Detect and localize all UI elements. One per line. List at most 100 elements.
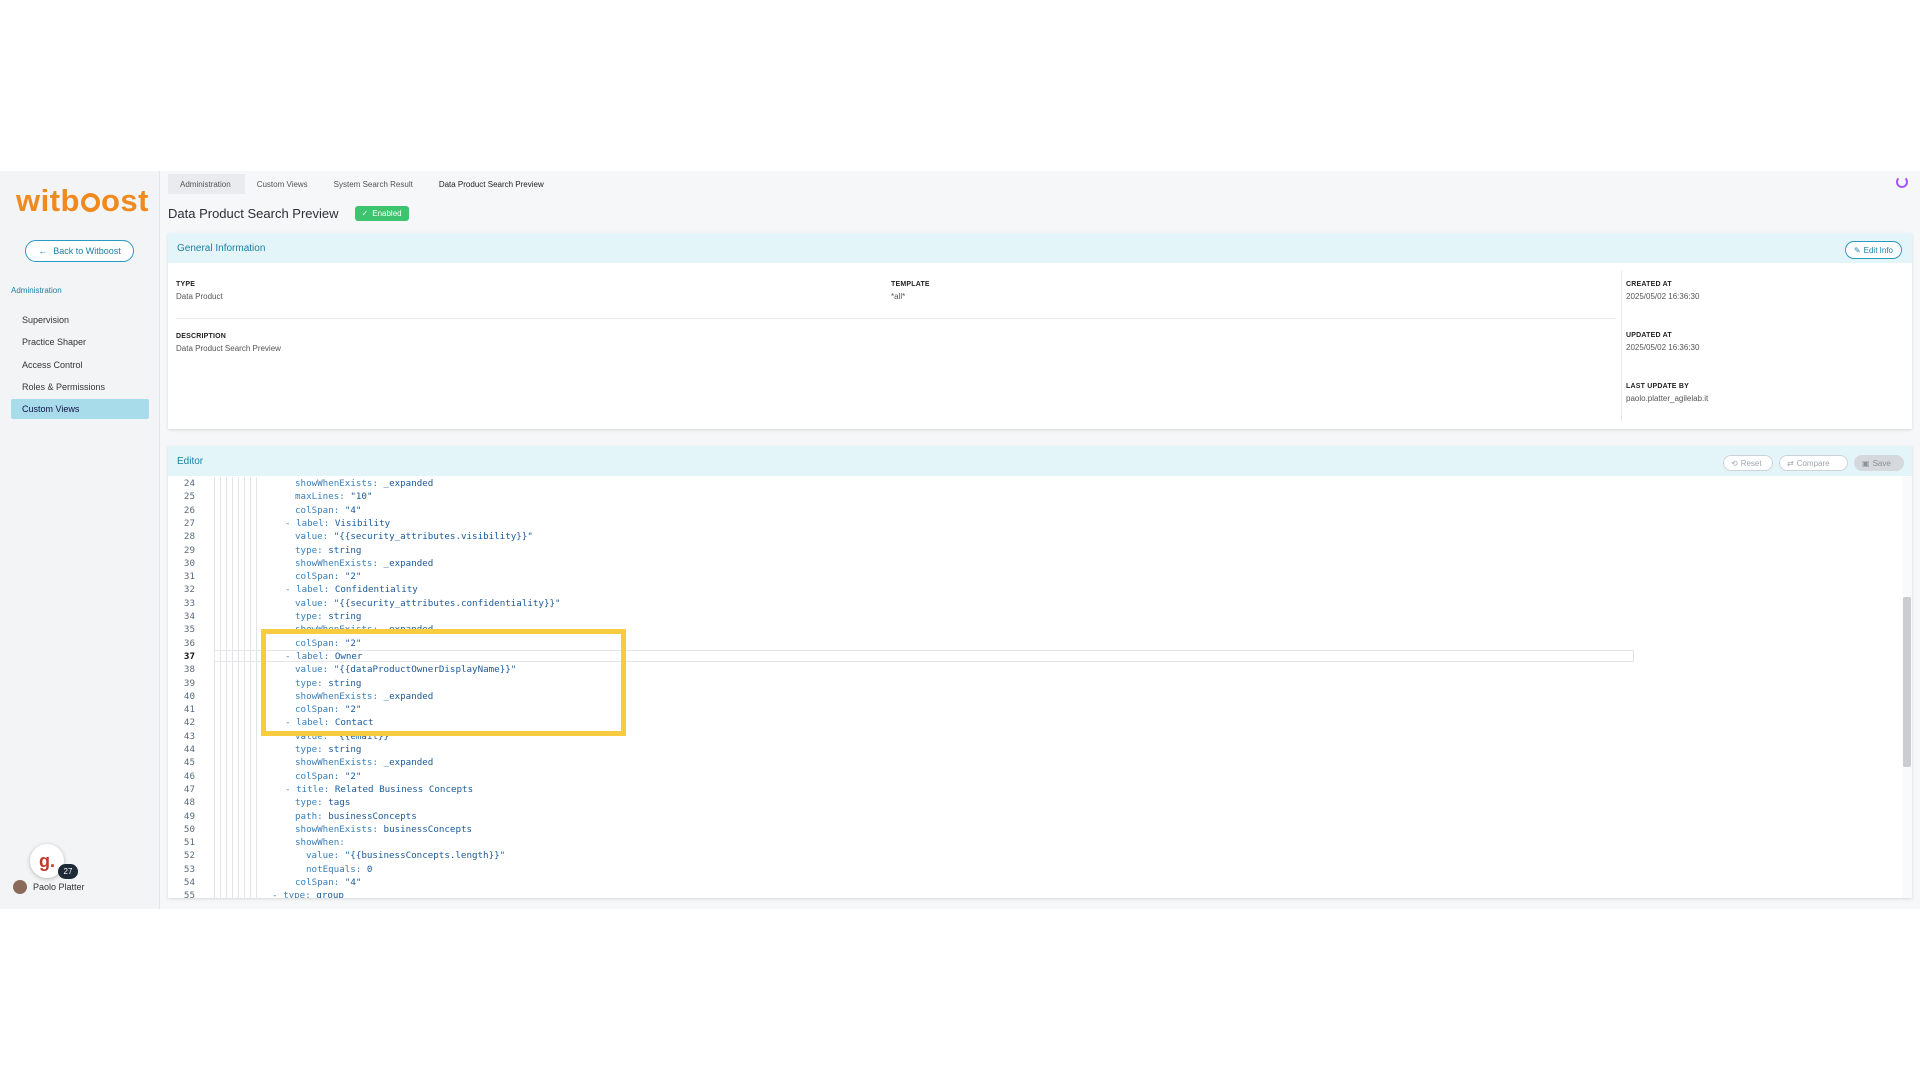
code-line[interactable]: 32 - label: Confidentiality [168, 583, 1868, 596]
breadcrumb-system-search-result[interactable]: System Search Result [322, 174, 427, 194]
check-icon: ✓ [361, 209, 369, 218]
list-dash: - [285, 783, 297, 795]
save-button[interactable]: ▣ Save [1854, 455, 1904, 471]
yaml-colon: : [333, 770, 345, 782]
back-to-witboost-button[interactable]: ← Back to Witboost [25, 240, 134, 262]
line-number: 41 [183, 704, 195, 716]
sidebar-section-administration[interactable]: Administration [11, 286, 62, 295]
yaml-key: label [296, 517, 324, 529]
compare-icon: ⇄ [1787, 458, 1794, 468]
refresh-icon[interactable] [1896, 176, 1908, 188]
line-number: 44 [183, 744, 195, 755]
breadcrumb-current: Data Product Search Preview [438, 179, 544, 189]
reset-icon: ⟲ [1731, 458, 1738, 468]
yaml-colon: : [323, 584, 335, 596]
code-line[interactable]: 31 colSpan: "2" [168, 570, 1868, 583]
code-line[interactable]: 51 showWhen: [168, 836, 1868, 849]
yaml-key: colSpan [295, 504, 334, 516]
yaml-value: businessConcepts [328, 810, 417, 822]
editor-scrollbar[interactable] [1902, 477, 1912, 898]
line-number: 35 [183, 624, 195, 636]
editor-scrollbar-thumb[interactable] [1903, 597, 1911, 767]
yaml-colon: : [333, 850, 345, 862]
last-update-by-value: paolo.platter_agilelab.it [1626, 394, 1709, 403]
info-divider [176, 318, 1616, 319]
reset-label: Reset [1740, 458, 1762, 468]
line-number: 49 [183, 810, 195, 822]
status-badge: ✓ Enabled [354, 206, 409, 221]
yaml-colon: : [339, 837, 351, 849]
yaml-key: title [296, 783, 324, 795]
sidebar-item-supervision[interactable]: Supervision [11, 310, 149, 330]
code-line[interactable]: 27 - label: Visibility [168, 517, 1868, 530]
code-line[interactable]: 34 type: string [168, 610, 1868, 623]
sidebar-item-access-control[interactable]: Access Control [11, 355, 149, 375]
code-line[interactable]: 47 - title: Related Business Concepts [168, 783, 1868, 796]
code-text: showWhenExists: _expanded [295, 477, 433, 490]
reset-button[interactable]: ⟲ Reset [1723, 455, 1773, 471]
code-line[interactable]: 26 colSpan: "4" [168, 504, 1868, 517]
general-information-title: General Information [177, 242, 266, 254]
edit-info-button[interactable]: ✎ Edit Info [1844, 241, 1902, 259]
yaml-colon: : [323, 517, 335, 529]
yaml-key: notEquals [306, 863, 356, 875]
yaml-key: type [295, 744, 318, 755]
line-number: 26 [183, 504, 195, 516]
code-line[interactable]: 44 type: string [168, 743, 1868, 756]
code-line[interactable]: 52 value: "{{businessConcepts.length}}" [168, 849, 1868, 862]
line-number: 50 [183, 823, 195, 835]
code-line[interactable]: 30 showWhenExists: _expanded [168, 557, 1868, 570]
breadcrumb-custom-views[interactable]: Custom Views [245, 174, 322, 194]
code-line[interactable]: 55 - type: group [168, 889, 1868, 898]
general-information-header: General Information ✎ Edit Info [168, 233, 1912, 263]
sidebar-item-practice-shaper[interactable]: Practice Shaper [11, 332, 149, 352]
line-number: 55 [183, 890, 195, 898]
line-number: 32 [183, 584, 195, 596]
code-text: maxLines: "10" [295, 490, 372, 503]
breadcrumb-administration[interactable]: Administration [168, 174, 245, 194]
breadcrumb: Administration Custom Views System Searc… [168, 174, 558, 194]
yaml-value: "{{security_attributes.confidentiality}}… [333, 597, 561, 609]
yaml-colon: : [323, 783, 335, 795]
user-menu[interactable]: Paolo Platter [13, 880, 85, 894]
line-number: 38 [183, 664, 195, 676]
code-text: colSpan: "2" [295, 570, 361, 583]
yaml-key: colSpan [295, 770, 334, 782]
avatar [13, 880, 27, 894]
line-number: 53 [183, 863, 195, 875]
code-line[interactable]: 25 maxLines: "10" [168, 490, 1868, 503]
yaml-value: "2" [344, 770, 362, 782]
code-text: value: "{{security_attributes.visibility… [295, 530, 533, 543]
edit-info-label: Edit Info [1863, 245, 1893, 255]
yaml-value: "{{security_attributes.visibility}}" [333, 531, 533, 543]
yaml-key: type [295, 611, 318, 622]
code-line[interactable]: 45 showWhenExists: _expanded [168, 756, 1868, 769]
sidebar-item-roles-permissions[interactable]: Roles & Permissions [11, 377, 149, 397]
code-line[interactable]: 49 path: businessConcepts [168, 810, 1868, 823]
code-line[interactable]: 24 showWhenExists: _expanded [168, 477, 1868, 490]
code-line[interactable]: 28 value: "{{security_attributes.visibili… [168, 530, 1868, 543]
yaml-key: type [283, 890, 306, 898]
code-line[interactable]: 33 value: "{{security_attributes.confiden… [168, 597, 1868, 610]
main-content: Administration Custom Views System Searc… [160, 171, 1920, 909]
sidebar-item-custom-views[interactable]: Custom Views [11, 399, 149, 419]
compare-button[interactable]: ⇄ Compare [1779, 455, 1848, 471]
yaml-colon: : [317, 744, 329, 755]
witboost-logo[interactable]: witb ost [16, 183, 149, 219]
line-number: 39 [183, 677, 195, 689]
yaml-value: businessConcepts [383, 823, 473, 835]
code-line[interactable]: 46 colSpan: "2" [168, 770, 1868, 783]
line-number: 30 [183, 557, 195, 569]
description-value: Data Product Search Preview [176, 344, 281, 353]
yaml-value: string [328, 544, 362, 556]
page-title: Data Product Search Preview [168, 206, 339, 221]
code-line[interactable]: 54 colSpan: "4" [168, 876, 1868, 889]
code-line[interactable]: 50 showWhenExists: businessConcepts [168, 823, 1868, 836]
yaml-value: "{{businessConcepts.length}}" [344, 850, 506, 862]
code-line[interactable]: 29 type: string [168, 544, 1868, 557]
code-line[interactable]: 53 notEquals: 0 [168, 863, 1868, 876]
code-text: value: "{{security_attributes.confidenti… [295, 597, 561, 610]
line-number: 25 [183, 491, 195, 503]
yaml-value: "4" [344, 877, 362, 888]
code-line[interactable]: 48 type: tags [168, 796, 1868, 809]
